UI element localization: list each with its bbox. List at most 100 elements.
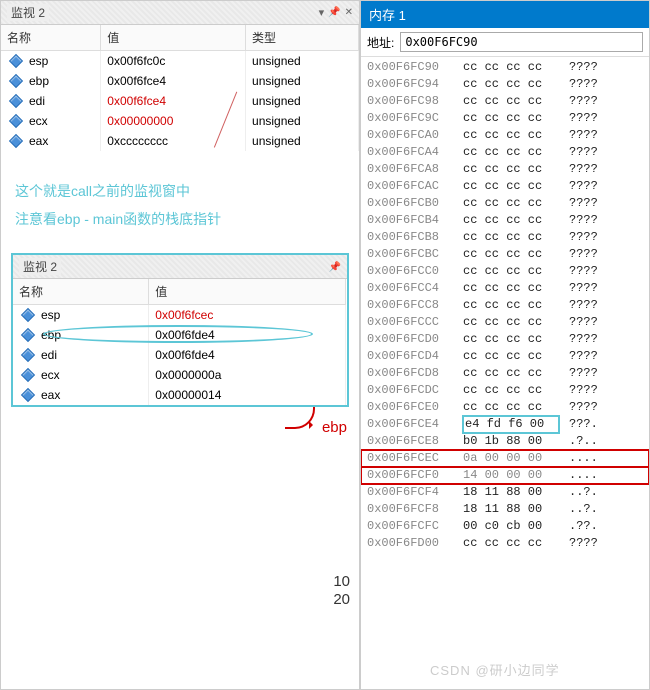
diamond-icon xyxy=(9,54,23,68)
table-row[interactable]: esp0x00f6fc0cunsigned xyxy=(1,51,359,72)
mem-ascii: .... xyxy=(569,450,598,467)
diamond-icon xyxy=(21,368,35,382)
memory-row[interactable]: 0x00F6FCBCcc cc cc cc???? xyxy=(361,246,649,263)
table-row[interactable]: edi0x00f6fde4 xyxy=(13,345,347,365)
ebp-pointer-label: ebp xyxy=(1,417,359,440)
mem-ascii: ???? xyxy=(569,195,598,212)
mem-address: 0x00F6FC94 xyxy=(367,76,453,93)
pin-icon[interactable] xyxy=(329,261,341,273)
col-type[interactable]: 类型 xyxy=(246,25,359,51)
panel-title-bar[interactable]: 监视 2 xyxy=(13,255,347,279)
table-row[interactable]: eax0x00000014 xyxy=(13,385,347,405)
mem-address: 0x00F6FCA0 xyxy=(367,127,453,144)
memory-row[interactable]: 0x00F6FCA4cc cc cc cc???? xyxy=(361,144,649,161)
mem-address: 0x00F6FCB8 xyxy=(367,229,453,246)
mem-ascii: .... xyxy=(569,467,598,484)
table-row[interactable]: eax0xccccccccunsigned xyxy=(1,131,359,151)
memory-row[interactable]: 0x00F6FCFC00 c0 cb 00.??. xyxy=(361,518,649,535)
watch-table-top: 名称 值 类型 esp0x00f6fc0cunsignedebp0x00f6fc… xyxy=(1,25,359,151)
col-value[interactable]: 值 xyxy=(101,25,246,51)
memory-row[interactable]: 0x00F6FC94cc cc cc cc???? xyxy=(361,76,649,93)
arrow-icon xyxy=(285,407,315,429)
memory-rows[interactable]: 0x00F6FC90cc cc cc cc????0x00F6FC94 cc cc… xyxy=(361,57,649,554)
memory-row[interactable]: 0x00F6FCC0cc cc cc cc???? xyxy=(361,263,649,280)
note-line-2: 注意看ebp - main函数的栈底指针 xyxy=(15,205,345,233)
line-annotation-20: 20 xyxy=(328,585,356,608)
close-icon[interactable] xyxy=(345,6,353,19)
memory-row[interactable]: 0x00F6FCACcc cc cc cc???? xyxy=(361,178,649,195)
memory-row[interactable]: 0x00F6FC90cc cc cc cc???? xyxy=(361,59,649,76)
table-row[interactable]: ecx0x0000000a xyxy=(13,365,347,385)
memory-row[interactable]: 0x00F6FCE0cc cc cc cc???? xyxy=(361,399,649,416)
memory-row[interactable]: 0x00F6FC98cc cc cc cc???? xyxy=(361,93,649,110)
diamond-icon xyxy=(21,388,35,402)
memory-row[interactable]: 0x00F6FD00cc cc cc cc???? xyxy=(361,535,649,552)
memory-row[interactable]: 0x00F6FCB4cc cc cc cc???? xyxy=(361,212,649,229)
diamond-icon xyxy=(9,134,23,148)
memory-row[interactable]: 0x00F6FCF418 11 88 00..?. xyxy=(361,484,649,501)
mem-ascii: ???? xyxy=(569,178,598,195)
mem-bytes: cc cc cc cc xyxy=(463,331,559,348)
mem-address: 0x00F6FCFC xyxy=(367,518,453,535)
table-row[interactable]: esp0x00f6fcec xyxy=(13,305,347,326)
pin-icon[interactable] xyxy=(328,6,340,19)
memory-row[interactable]: 0x00F6FCC8cc cc cc cc???? xyxy=(361,297,649,314)
memory-row[interactable]: 0x00F6FC9Ccc cc cc cc???? xyxy=(361,110,649,127)
diamond-icon xyxy=(9,114,23,128)
memory-row[interactable]: 0x00F6FCB0cc cc cc cc???? xyxy=(361,195,649,212)
memory-row[interactable]: 0x00F6FCB8cc cc cc cc???? xyxy=(361,229,649,246)
mem-bytes: 0a 00 00 00 xyxy=(463,450,559,467)
mem-address: 0x00F6FCC8 xyxy=(367,297,453,314)
memory-row[interactable]: 0x00F6FCEC0a 00 00 00.... xyxy=(361,450,649,467)
mem-address: 0x00F6FCF8 xyxy=(367,501,453,518)
table-row[interactable]: ecx0x00000000unsigned xyxy=(1,111,359,131)
dropdown-icon[interactable] xyxy=(319,6,325,19)
mem-address: 0x00F6FCA4 xyxy=(367,144,453,161)
panel-title-bar[interactable]: 监视 2 xyxy=(1,1,359,25)
col-value[interactable]: 值 xyxy=(149,279,346,305)
diamond-icon xyxy=(21,308,35,322)
memory-row[interactable]: 0x00F6FCF014 00 00 00.... xyxy=(361,467,649,484)
mem-address: 0x00F6FD00 xyxy=(367,535,453,552)
table-row[interactable]: edi0x00f6fce4unsigned xyxy=(1,91,359,111)
mem-address: 0x00F6FCB4 xyxy=(367,212,453,229)
memory-row[interactable]: 0x00F6FCE8b0 1b 88 00.?.. xyxy=(361,433,649,450)
mem-address: 0x00F6FCF4 xyxy=(367,484,453,501)
memory-row[interactable]: 0x00F6FCA0cc cc cc cc???? xyxy=(361,127,649,144)
mem-ascii: ???? xyxy=(569,229,598,246)
mem-ascii: ???? xyxy=(569,93,598,110)
watch-panel-sub: 监视 2 名称 值 esp0x00f6fcecebp0x00f6fde4edi0… xyxy=(11,253,349,407)
mem-ascii: ???. xyxy=(569,416,598,433)
mem-bytes: 18 11 88 00 xyxy=(463,484,559,501)
memory-panel-title[interactable]: 内存 1 xyxy=(361,1,649,28)
mem-bytes: cc cc cc cc xyxy=(463,76,559,93)
mem-bytes: cc cc cc cc xyxy=(463,127,559,144)
mem-ascii: ???? xyxy=(569,399,598,416)
address-bar: 地址: xyxy=(361,28,649,57)
mem-address: 0x00F6FCD4 xyxy=(367,348,453,365)
memory-row[interactable]: 0x00F6FCCCcc cc cc cc???? xyxy=(361,314,649,331)
mem-ascii: ???? xyxy=(569,280,598,297)
memory-row[interactable]: 0x00F6FCE4e4 fd f6 00???. xyxy=(361,416,649,433)
memory-row[interactable]: 0x00F6FCD0cc cc cc cc???? xyxy=(361,331,649,348)
mem-bytes: cc cc cc cc xyxy=(463,297,559,314)
mem-bytes: cc cc cc cc xyxy=(463,110,559,127)
mem-bytes: 18 11 88 00 xyxy=(463,501,559,518)
memory-row[interactable]: 0x00F6FCC4cc cc cc cc???? xyxy=(361,280,649,297)
watch-table-sub: 名称 值 esp0x00f6fcecebp0x00f6fde4edi0x00f6… xyxy=(13,279,347,405)
col-name[interactable]: 名称 xyxy=(13,279,149,305)
memory-row[interactable]: 0x00F6FCA8cc cc cc cc???? xyxy=(361,161,649,178)
mem-bytes: cc cc cc cc xyxy=(463,59,559,76)
col-name[interactable]: 名称 xyxy=(1,25,101,51)
memory-row[interactable]: 0x00F6FCD4cc cc cc cc???? xyxy=(361,348,649,365)
memory-row[interactable]: 0x00F6FCDCcc cc cc cc???? xyxy=(361,382,649,399)
mem-bytes: cc cc cc cc xyxy=(463,195,559,212)
address-input[interactable] xyxy=(400,32,643,52)
table-row[interactable]: ebp0x00f6fde4 xyxy=(13,325,347,345)
address-label: 地址: xyxy=(367,34,394,51)
panel-title: 监视 2 xyxy=(7,4,49,21)
table-row[interactable]: ebp0x00f6fce4unsigned xyxy=(1,71,359,91)
memory-row[interactable]: 0x00F6FCF818 11 88 00..?. xyxy=(361,501,649,518)
mem-address: 0x00F6FC98 xyxy=(367,93,453,110)
memory-row[interactable]: 0x00F6FCD8cc cc cc cc???? xyxy=(361,365,649,382)
